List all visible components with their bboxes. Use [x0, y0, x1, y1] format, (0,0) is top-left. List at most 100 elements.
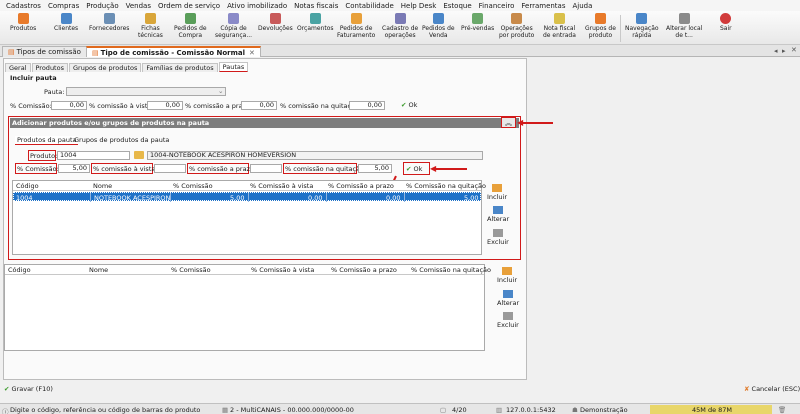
backup-icon — [228, 13, 240, 24]
col-nome[interactable]: Nome — [89, 266, 108, 274]
comissao-field[interactable]: 5,00 — [58, 164, 90, 173]
presale-icon — [472, 13, 484, 24]
status-bar: ⓘ Digite o código, referência ou código … — [0, 403, 800, 414]
alterar-button[interactable]: Alterar — [487, 206, 509, 223]
chevron-right-icon[interactable]: ▸ — [782, 47, 786, 55]
folder-icon[interactable] — [134, 151, 144, 159]
incluir-button[interactable]: Incluir — [487, 184, 507, 201]
pre-vendas-button[interactable]: Pré-vendas — [461, 13, 494, 33]
trash-icon[interactable]: 🗑 — [778, 406, 786, 414]
tab-produtos-pauta[interactable]: Produtos da pauta — [15, 136, 79, 145]
navegacao-rapida-button[interactable]: Navegação rápida — [625, 13, 659, 39]
vista-label: % comissão à vista: — [89, 102, 154, 110]
toolbar-separator — [620, 15, 621, 42]
add-icon — [492, 184, 502, 192]
menu-estoque[interactable]: Estoque — [443, 2, 471, 10]
status-hint: Digite o código, referência ou código de… — [10, 406, 201, 414]
status-company: 2 - MultiCANAIS - 00.000.000/0000-00 — [230, 406, 354, 414]
prazo-field[interactable]: 0,00 — [241, 101, 277, 110]
menu-ferramentas[interactable]: Ferramentas — [521, 2, 565, 10]
sair-button[interactable]: Sair — [720, 13, 732, 33]
grid-header: Código Nome % Comissão % Comissão à vist… — [5, 265, 491, 275]
menu-ativo[interactable]: Ativo imobilizado — [227, 2, 287, 10]
check-icon: ✔ — [401, 101, 407, 109]
tab-pautas[interactable]: Pautas — [218, 62, 249, 72]
close-icon[interactable]: ✕ — [791, 46, 797, 54]
tab-produtos[interactable]: Produtos — [31, 63, 68, 72]
menu-financeiro[interactable]: Financeiro — [479, 2, 515, 10]
col-nome[interactable]: Nome — [93, 182, 112, 190]
chevron-left-icon[interactable]: ◂ — [774, 47, 778, 55]
tab-familias-produtos[interactable]: Famílias de produtos — [142, 63, 218, 72]
sale-icon — [432, 13, 444, 24]
fornecedores-button[interactable]: Fornecedores — [89, 13, 129, 33]
col-vista[interactable]: % Comissão à vista — [250, 182, 313, 190]
operacoes-produto-button[interactable]: Operações por produto — [499, 13, 534, 39]
pedidos-venda-button[interactable]: Pedidos de Venda — [422, 13, 455, 39]
gravar-button[interactable]: ✔ Gravar (F10) — [4, 385, 53, 393]
pedidos-compra-button[interactable]: Pedidos de Compra — [174, 13, 207, 39]
quitacao-field[interactable]: 5,00 — [358, 164, 392, 173]
fichas-tecnicas-button[interactable]: Fichas técnicas — [138, 13, 163, 39]
devolucoes-button[interactable]: Devoluções — [258, 13, 293, 33]
produto-code-field[interactable]: 1004 — [57, 151, 130, 160]
menu-ajuda[interactable]: Ajuda — [573, 2, 593, 10]
tab-tipos-comissao[interactable]: ▤ Tipos de comissão — [2, 46, 87, 57]
table-row[interactable]: 1004 NOTEBOOK ACESPIRON 5,00 0,00 0,00 5… — [13, 192, 481, 202]
menu-contabilidade[interactable]: Contabilidade — [345, 2, 393, 10]
menu-helpdesk[interactable]: Help Desk — [401, 2, 437, 10]
alterar-local-button[interactable]: Alterar local de t... — [666, 13, 702, 39]
pauta-ok-button[interactable]: ✔ Ok — [401, 101, 417, 109]
excluir-button[interactable]: Excluir — [487, 229, 509, 246]
cancelar-button[interactable]: ✘ Cancelar (ESC) — [744, 385, 800, 393]
inner-tabs: Geral Produtos Grupos de produtos Famíli… — [5, 62, 249, 72]
copia-seguranca-button[interactable]: Cópia de segurança... — [215, 13, 252, 39]
col-comissao[interactable]: % Comissão — [173, 182, 213, 190]
col-quitacao[interactable]: % Comissão na quitação — [411, 266, 491, 274]
col-prazo[interactable]: % Comissão a prazo — [331, 266, 397, 274]
menu-compras[interactable]: Compras — [48, 2, 79, 10]
menu-cadastros[interactable]: Cadastros — [6, 2, 41, 10]
nota-entrada-button[interactable]: Nota fiscal de entrada — [543, 13, 576, 39]
clientes-button[interactable]: Clientes — [54, 13, 78, 33]
tab-grupos-produtos[interactable]: Grupos de produtos — [68, 63, 142, 72]
pedidos-faturamento-button[interactable]: Pedidos de Faturamento — [337, 13, 375, 39]
vista-field[interactable] — [154, 164, 186, 173]
edit-icon — [493, 206, 504, 214]
close-icon[interactable]: ✕ — [249, 49, 255, 57]
prazo-field[interactable] — [250, 164, 282, 173]
section-title: Incluir pauta — [10, 74, 57, 82]
tab-geral[interactable]: Geral — [5, 63, 31, 72]
chevron-down-icon[interactable]: ⌄ — [218, 87, 223, 95]
quitacao-field[interactable]: 0,00 — [349, 101, 385, 110]
col-codigo[interactable]: Código — [16, 182, 39, 190]
alterar-button[interactable]: Alterar — [497, 290, 519, 307]
product-ops-icon — [511, 13, 523, 24]
col-comissao[interactable]: % Comissão — [171, 266, 211, 274]
excluir-button[interactable]: Excluir — [497, 312, 519, 329]
vista-field[interactable]: 0,00 — [147, 101, 183, 110]
menu-vendas[interactable]: Vendas — [126, 2, 151, 10]
tab-comissao-normal[interactable]: ▤ Tipo de comissão - Comissão Normal ✕ — [86, 46, 261, 57]
add-ok-button[interactable]: ✔ Ok — [406, 165, 422, 173]
col-quitacao[interactable]: % Comissão na quitação — [406, 182, 486, 190]
incluir-button[interactable]: Incluir — [497, 267, 517, 284]
budget-icon — [309, 13, 321, 24]
tab-grupos-pauta[interactable]: Grupos de produtos da pauta — [74, 136, 169, 144]
cadastro-operacoes-button[interactable]: Cadastro de operações — [382, 13, 418, 39]
grupos-produto-button[interactable]: Grupos de produto — [585, 13, 616, 39]
menu-ordem-servico[interactable]: Ordem de serviço — [158, 2, 220, 10]
menu-notas[interactable]: Notas fiscais — [294, 2, 338, 10]
col-prazo[interactable]: % Comissão a prazo — [328, 182, 394, 190]
return-icon — [269, 13, 281, 24]
quitacao-label: % comissão na quitação: — [285, 165, 367, 173]
comissao-field[interactable]: 0,00 — [51, 101, 87, 110]
annotation-arrow — [520, 122, 553, 124]
menu-producao[interactable]: Produção — [86, 2, 118, 10]
col-vista[interactable]: % Comissão à vista — [251, 266, 314, 274]
pauta-select[interactable] — [66, 87, 226, 96]
col-codigo[interactable]: Código — [8, 266, 31, 274]
produtos-button[interactable]: Produtos — [10, 13, 36, 33]
orcamentos-button[interactable]: Orçamentos — [297, 13, 334, 33]
power-icon — [720, 13, 732, 24]
